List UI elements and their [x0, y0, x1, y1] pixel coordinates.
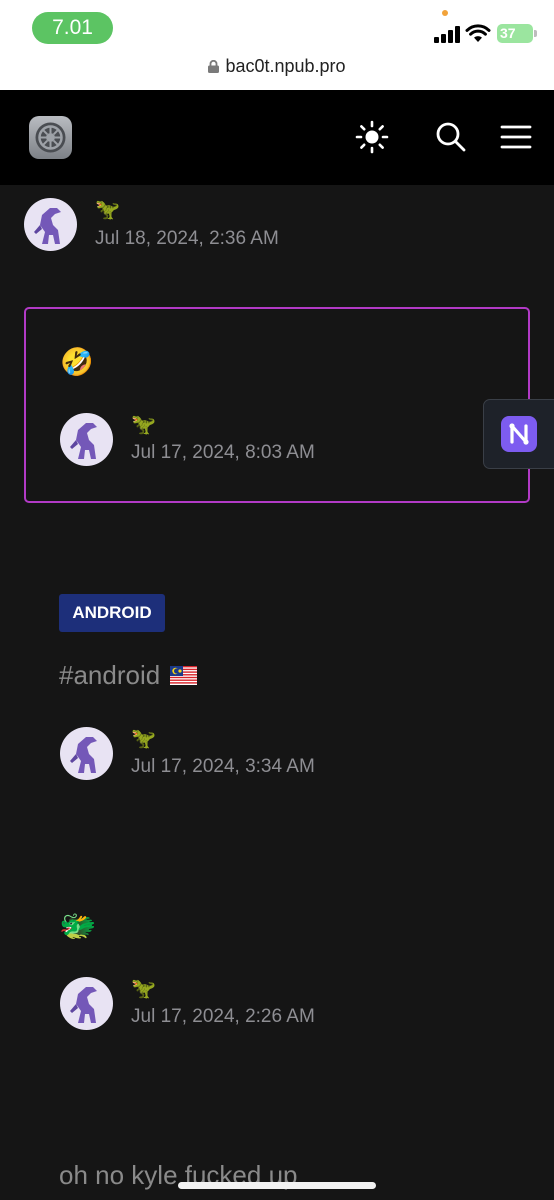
- author-name-emoji[interactable]: 🦖: [131, 727, 156, 751]
- status-time: 7.01: [32, 12, 113, 44]
- nostr-n-icon: [501, 416, 537, 452]
- post-text: #android: [59, 660, 198, 691]
- url-text: bac0t.npub.pro: [225, 56, 346, 76]
- status-bar: 7.01 37: [0, 0, 554, 52]
- post-content-emoji: 🤣: [60, 347, 94, 377]
- post-date[interactable]: Jul 17, 2024, 3:34 AM: [131, 756, 315, 778]
- cellular-signal-icon: [434, 25, 460, 43]
- site-header: [0, 90, 554, 185]
- highlighted-post[interactable]: [24, 307, 530, 503]
- browser-url-bar[interactable]: bac0t.npub.pro: [0, 52, 554, 90]
- author-name-emoji[interactable]: 🦖: [131, 413, 156, 437]
- nostr-login-widget[interactable]: [483, 399, 554, 469]
- post-date[interactable]: Jul 18, 2024, 2:36 AM: [95, 228, 279, 250]
- author-avatar[interactable]: [60, 977, 113, 1030]
- settings-gear-icon[interactable]: [29, 116, 72, 159]
- author-avatar[interactable]: [60, 727, 113, 780]
- author-avatar[interactable]: [60, 413, 113, 466]
- malaysia-flag-icon: [170, 666, 198, 685]
- mic-indicator-dot: [442, 10, 448, 16]
- post-hashtag[interactable]: #android: [59, 660, 160, 690]
- hamburger-menu-icon[interactable]: [499, 120, 533, 154]
- sun-icon[interactable]: [355, 120, 389, 154]
- post-content-emoji: 🐲: [59, 910, 97, 943]
- author-name-emoji[interactable]: 🦖: [95, 198, 120, 222]
- wifi-icon: [465, 24, 491, 42]
- post-date[interactable]: Jul 17, 2024, 8:03 AM: [131, 442, 315, 464]
- home-indicator[interactable]: [178, 1182, 376, 1189]
- author-avatar[interactable]: [24, 198, 77, 251]
- author-name-emoji[interactable]: 🦖: [131, 977, 156, 1001]
- tag-badge[interactable]: ANDROID: [59, 594, 165, 632]
- search-icon[interactable]: [434, 120, 468, 154]
- battery-icon: 37: [497, 24, 537, 43]
- lock-icon: [208, 60, 220, 73]
- post-date[interactable]: Jul 17, 2024, 2:26 AM: [131, 1006, 315, 1028]
- battery-level: 37: [500, 25, 516, 41]
